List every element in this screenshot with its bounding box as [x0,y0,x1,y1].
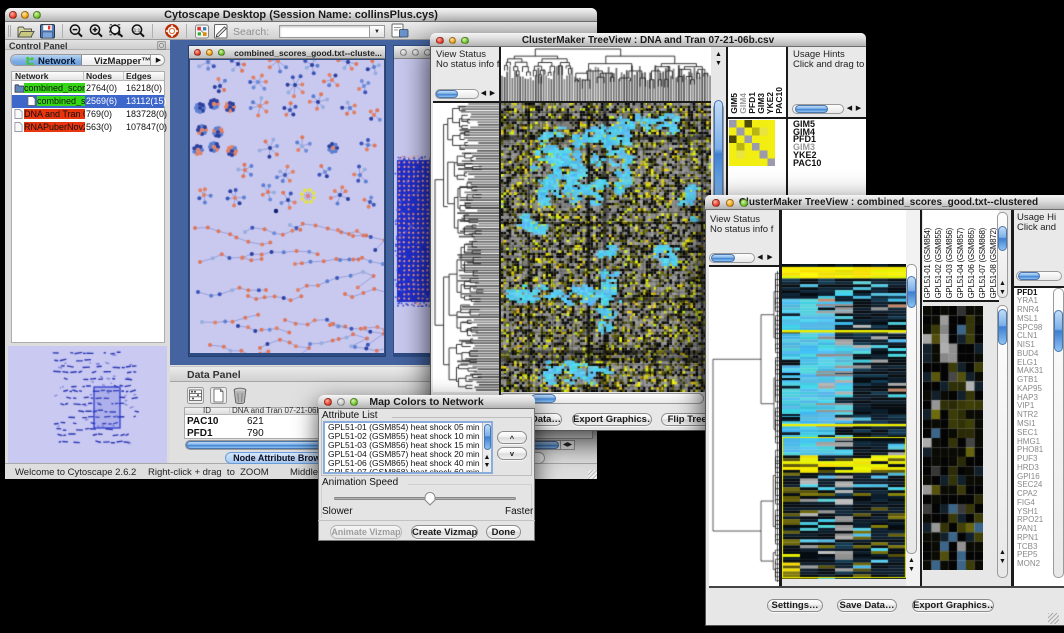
svg-text:1:1: 1:1 [134,28,141,34]
